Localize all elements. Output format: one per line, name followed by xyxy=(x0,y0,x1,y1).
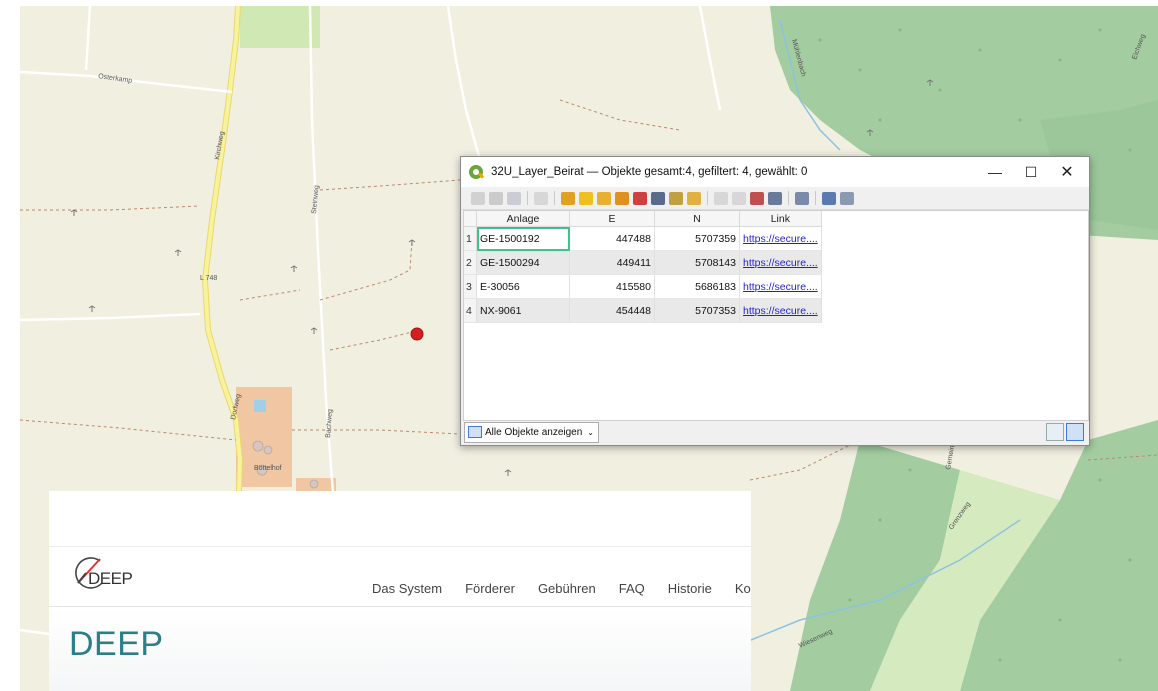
attribute-toolbar xyxy=(461,187,1089,210)
cell-e[interactable]: 447488 xyxy=(569,226,655,251)
nav-item-gebuehren[interactable]: Gebühren xyxy=(538,581,596,596)
table-view-button[interactable] xyxy=(1066,423,1084,441)
nav-item-faq[interactable]: FAQ xyxy=(619,581,645,596)
table-row[interactable]: 1 GE-1500192 447488 5707359 https://secu… xyxy=(464,226,822,251)
cell-e[interactable]: 415580 xyxy=(569,274,655,299)
nav-item-foerderer[interactable]: Förderer xyxy=(465,581,515,596)
table-statusbar: Alle Objekte anzeigen ⌄ xyxy=(461,419,1089,445)
select-all-icon[interactable] xyxy=(579,191,593,205)
show-all-label: Alle Objekte anzeigen xyxy=(485,426,583,438)
link[interactable]: https://secure.... xyxy=(743,233,818,245)
link[interactable]: https://secure.... xyxy=(743,257,818,269)
attribute-table-window: 32U_Layer_Beirat — Objekte gesamt:4, gef… xyxy=(460,156,1090,446)
conditional-format-icon[interactable] xyxy=(822,191,836,205)
farm-label: Böttelhof xyxy=(254,465,282,472)
row-number[interactable]: 3 xyxy=(464,274,477,299)
window-titlebar[interactable]: 32U_Layer_Beirat — Objekte gesamt:4, gef… xyxy=(461,157,1089,187)
road-label-l748: L 748 xyxy=(200,275,217,282)
show-all-features-dropdown[interactable]: Alle Objekte anzeigen ⌄ xyxy=(464,421,599,443)
table-icon xyxy=(468,426,482,438)
zoom-to-selection-icon[interactable] xyxy=(687,191,701,205)
cell-e[interactable]: 454448 xyxy=(569,298,655,323)
column-header-anlage[interactable]: Anlage xyxy=(476,211,570,227)
column-header-link[interactable]: Link xyxy=(739,211,822,227)
column-header-e[interactable]: E xyxy=(569,211,655,227)
filter-icon[interactable] xyxy=(633,191,647,205)
cell-anlage[interactable]: E-30056 xyxy=(476,274,570,299)
minimize-icon: — xyxy=(988,164,1002,180)
column-header-n[interactable]: N xyxy=(654,211,740,227)
select-expression-icon[interactable] xyxy=(561,191,575,205)
close-button[interactable]: ✕ xyxy=(1049,157,1085,187)
cell-n[interactable]: 5707353 xyxy=(654,298,740,323)
toggle-edit-icon[interactable] xyxy=(471,191,485,205)
toolbar-separator xyxy=(815,191,816,205)
copy-icon[interactable] xyxy=(714,191,728,205)
maximize-button[interactable]: ☐ xyxy=(1013,157,1049,187)
qgis-logo-icon xyxy=(469,165,483,179)
pan-to-selection-icon[interactable] xyxy=(669,191,683,205)
table-row[interactable]: 3 E-30056 415580 5686183 https://secure.… xyxy=(464,274,822,299)
cell-anlage[interactable]: GE-1500294 xyxy=(476,250,570,275)
row-number[interactable]: 4 xyxy=(464,298,477,323)
nav-item-kontakt[interactable]: Ko xyxy=(735,581,751,596)
multi-edit-icon[interactable] xyxy=(489,191,503,205)
form-view-button[interactable] xyxy=(1046,423,1064,441)
toolbar-separator xyxy=(527,191,528,205)
new-field-icon[interactable] xyxy=(768,191,782,205)
nav-item-historie[interactable]: Historie xyxy=(668,581,712,596)
logo-text: DEEP xyxy=(88,569,133,588)
main-nav: Das System Förderer Gebühren FAQ Histori… xyxy=(372,581,751,596)
link[interactable]: https://secure.... xyxy=(743,281,818,293)
page-heading: DEEP xyxy=(69,625,164,663)
link[interactable]: https://secure.... xyxy=(743,305,818,317)
cell-n[interactable]: 5686183 xyxy=(654,274,740,299)
row-number[interactable]: 2 xyxy=(464,250,477,275)
deep-website-panel: DEEP Das System Förderer Gebühren FAQ Hi… xyxy=(49,491,751,691)
deselect-icon[interactable] xyxy=(615,191,629,205)
toolbar-separator xyxy=(788,191,789,205)
reload-icon[interactable] xyxy=(534,191,548,205)
chevron-down-icon: ⌄ xyxy=(587,427,594,437)
invert-selection-icon[interactable] xyxy=(597,191,611,205)
row-number[interactable]: 1 xyxy=(464,226,477,251)
attribute-table[interactable]: Anlage E N Link 1 GE-1500192 447488 5707… xyxy=(463,210,1089,421)
close-icon: ✕ xyxy=(1060,164,1074,181)
table-row[interactable]: 4 NX-9061 454448 5707353 https://secure.… xyxy=(464,298,822,323)
toolbar-separator xyxy=(707,191,708,205)
cell-link[interactable]: https://secure.... xyxy=(739,274,822,299)
corner-header[interactable] xyxy=(464,211,477,227)
cell-anlage[interactable]: GE-1500192 xyxy=(476,226,570,251)
move-selection-top-icon[interactable] xyxy=(651,191,665,205)
table-row[interactable]: 2 GE-1500294 449411 5708143 https://secu… xyxy=(464,250,822,275)
cell-n[interactable]: 5708143 xyxy=(654,250,740,275)
cell-e[interactable]: 449411 xyxy=(569,250,655,275)
cell-anlage[interactable]: NX-9061 xyxy=(476,298,570,323)
header-divider xyxy=(49,546,751,547)
cell-n[interactable]: 5707359 xyxy=(654,226,740,251)
cell-link[interactable]: https://secure.... xyxy=(739,298,822,323)
cell-link[interactable]: https://secure.... xyxy=(739,226,822,251)
map-point-marker[interactable] xyxy=(410,327,424,341)
paste-icon[interactable] xyxy=(732,191,746,205)
maximize-icon: ☐ xyxy=(1024,163,1038,180)
toolbar-separator xyxy=(554,191,555,205)
actions-icon[interactable] xyxy=(840,191,854,205)
cell-link[interactable]: https://secure.... xyxy=(739,250,822,275)
field-calculator-icon[interactable] xyxy=(795,191,809,205)
window-title: 32U_Layer_Beirat — Objekte gesamt:4, gef… xyxy=(491,166,808,178)
nav-item-das-system[interactable]: Das System xyxy=(372,581,442,596)
minimize-button[interactable]: — xyxy=(977,157,1013,187)
delete-field-icon[interactable] xyxy=(750,191,764,205)
save-edits-icon[interactable] xyxy=(507,191,521,205)
